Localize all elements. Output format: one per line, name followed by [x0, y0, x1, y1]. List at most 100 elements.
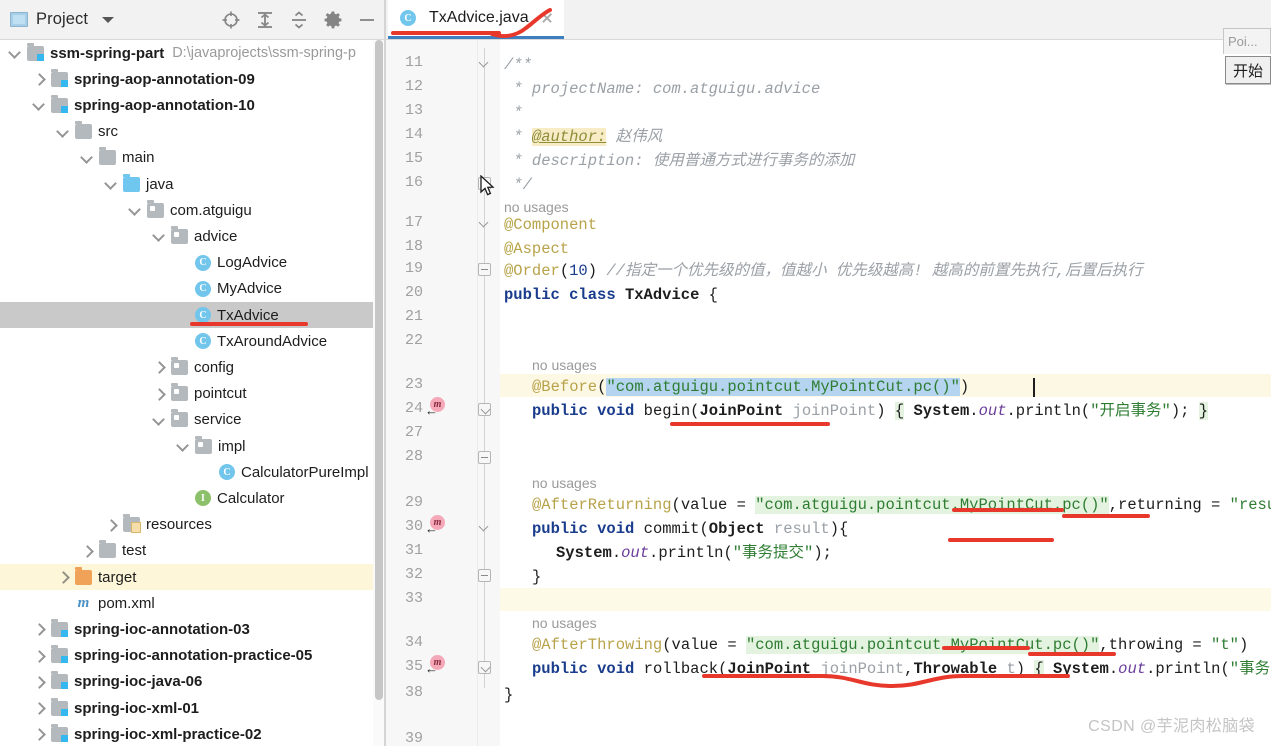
chevron-right-icon[interactable]: [32, 72, 46, 86]
chevron-down-icon[interactable]: [128, 203, 142, 217]
tree-item-java[interactable]: java: [0, 171, 373, 197]
project-file-tree[interactable]: ssm-spring-part D:\javaprojects\ssm-sprin…: [0, 40, 373, 746]
line-number-22: 22: [404, 332, 423, 349]
minimize-icon[interactable]: [357, 10, 377, 30]
advice-method-marker-icon[interactable]: m ←: [425, 655, 448, 677]
module-folder-icon: [51, 645, 68, 664]
tree-item-service[interactable]: service: [0, 407, 373, 433]
collapse-all-icon[interactable]: [289, 10, 309, 30]
java-class-icon: C: [400, 10, 416, 26]
tree-item-txaroundadvice[interactable]: C TxAroundAdvice: [0, 328, 373, 354]
code-content[interactable]: /** * projectName: com.atguigu.advice * …: [500, 40, 1271, 746]
chevron-right-icon[interactable]: [32, 622, 46, 636]
chevron-down-icon[interactable]: [102, 16, 115, 23]
tree-item-advice[interactable]: advice: [0, 223, 373, 249]
fold-guide-line: [484, 48, 485, 688]
chevron-right-icon[interactable]: [32, 649, 46, 663]
settings-gear-icon[interactable]: [323, 10, 343, 30]
chevron-right-icon[interactable]: [152, 360, 166, 374]
tree-item-spring-ioc-annotation-03[interactable]: spring-ioc-annotation-03: [0, 616, 373, 642]
line-number-39: 39: [404, 730, 423, 746]
tree-item-main[interactable]: main: [0, 145, 373, 171]
code-line-14: * @author: 赵伟风: [504, 128, 663, 146]
fold-marker-commit-close[interactable]: [478, 569, 491, 582]
chevron-down-icon[interactable]: [32, 98, 46, 112]
line-number-24: 24: [404, 400, 423, 417]
tree-item-spring-ioc-xml-01[interactable]: spring-ioc-xml-01: [0, 695, 373, 721]
chevron-down-icon[interactable]: [152, 413, 166, 427]
line-number-18: 18: [404, 238, 423, 255]
chevron-right-icon[interactable]: [104, 518, 118, 532]
line-number-20: 20: [404, 284, 423, 301]
fold-marker-rollback-method[interactable]: [478, 661, 491, 674]
tree-item-pom-xml[interactable]: m pom.xml: [0, 590, 373, 616]
tree-item-label: MyAdvice: [217, 280, 283, 298]
tree-item-calculator[interactable]: I Calculator: [0, 485, 373, 511]
package-icon: [171, 225, 188, 244]
fold-marker-commit-method[interactable]: [478, 521, 491, 534]
chevron-right-icon[interactable]: [56, 570, 70, 584]
tree-item-ssm-spring-part[interactable]: ssm-spring-part D:\javaprojects\ssm-sprin…: [0, 40, 373, 66]
watermark: CSDN @芋泥肉松脑袋: [1088, 718, 1255, 735]
chevron-down-icon[interactable]: [176, 439, 190, 453]
tree-item-label: spring-ioc-xml-01: [74, 699, 200, 717]
tree-item-spring-aop-annotation-10[interactable]: spring-aop-annotation-10: [0, 92, 373, 118]
tree-item-calculatorpureimpl[interactable]: C CalculatorPureImpl: [0, 459, 373, 485]
tree-item-resources[interactable]: resources: [0, 512, 373, 538]
no-chevron: [176, 334, 190, 348]
scrollbar-thumb[interactable]: [375, 40, 383, 700]
advice-arrow-icon: ←: [425, 661, 438, 676]
editor-gutter[interactable]: 11 12 13 14 15 16 17 18 19 20 21 22 23 24 27 28 29 30 31 32…: [386, 40, 478, 746]
chevron-down-icon[interactable]: [8, 46, 22, 60]
tree-item-spring-ioc-xml-practice-02[interactable]: spring-ioc-xml-practice-02: [0, 721, 373, 746]
tree-item-pointcut[interactable]: pointcut: [0, 381, 373, 407]
fold-marker-annotations[interactable]: [478, 217, 491, 230]
chevron-right-icon[interactable]: [152, 387, 166, 401]
floating-tool-popup[interactable]: Poi... 开始: [1223, 28, 1271, 90]
tree-item-config[interactable]: config: [0, 354, 373, 380]
chevron-right-icon[interactable]: [80, 544, 94, 558]
chevron-down-icon[interactable]: [152, 229, 166, 243]
start-button[interactable]: 开始: [1225, 56, 1271, 84]
excluded-folder-icon: [75, 566, 92, 585]
tree-item-spring-ioc-java-06[interactable]: spring-ioc-java-06: [0, 669, 373, 695]
annotation-underline-txadvice: [190, 322, 308, 326]
tree-item-label: src: [98, 123, 118, 141]
tree-item-txadvice[interactable]: C TxAdvice: [0, 302, 373, 329]
module-folder-icon: [51, 618, 68, 637]
chevron-down-icon[interactable]: [104, 177, 118, 191]
tree-item-spring-aop-annotation-09[interactable]: spring-aop-annotation-09: [0, 66, 373, 92]
line-number-38: 38: [404, 684, 423, 701]
chevron-right-icon[interactable]: [32, 701, 46, 715]
chevron-down-icon[interactable]: [56, 125, 70, 139]
tree-item-target[interactable]: target: [0, 564, 373, 591]
fold-marker-javadoc-open[interactable]: [478, 57, 491, 70]
code-folding-column[interactable]: [478, 40, 500, 746]
fold-marker-28[interactable]: [478, 451, 491, 464]
advice-method-marker-icon[interactable]: m ←: [425, 397, 448, 419]
tree-item-label: pom.xml: [98, 594, 155, 612]
annotation-underline-throwing: [942, 646, 1116, 656]
folder-icon: [99, 540, 116, 559]
fold-marker-class-open[interactable]: [478, 263, 491, 276]
code-line-16: */: [504, 176, 532, 194]
tree-item-logadvice[interactable]: C LogAdvice: [0, 250, 373, 276]
tree-item-test[interactable]: test: [0, 538, 373, 564]
line-number-29: 29: [404, 494, 423, 511]
expand-all-icon[interactable]: [255, 10, 275, 30]
tree-item-com-atguigu[interactable]: com.atguigu: [0, 197, 373, 223]
fold-marker-begin-method[interactable]: [478, 403, 491, 416]
tree-item-spring-ioc-annotation-practice-05[interactable]: spring-ioc-annotation-practice-05: [0, 643, 373, 669]
chevron-down-icon[interactable]: [80, 151, 94, 165]
chevron-right-icon[interactable]: [32, 675, 46, 689]
maven-file-icon: m: [77, 594, 90, 611]
tree-item-src[interactable]: src: [0, 119, 373, 145]
tree-item-label: resources: [146, 516, 212, 534]
advice-method-marker-icon[interactable]: m ←: [425, 515, 448, 537]
tree-item-myadvice[interactable]: C MyAdvice: [0, 276, 373, 302]
code-line-31: System.out.println("事务提交");: [556, 544, 832, 562]
locate-target-icon[interactable]: [221, 10, 241, 30]
tree-item-impl[interactable]: impl: [0, 433, 373, 459]
chevron-right-icon[interactable]: [32, 727, 46, 741]
text-caret: [1033, 378, 1035, 397]
